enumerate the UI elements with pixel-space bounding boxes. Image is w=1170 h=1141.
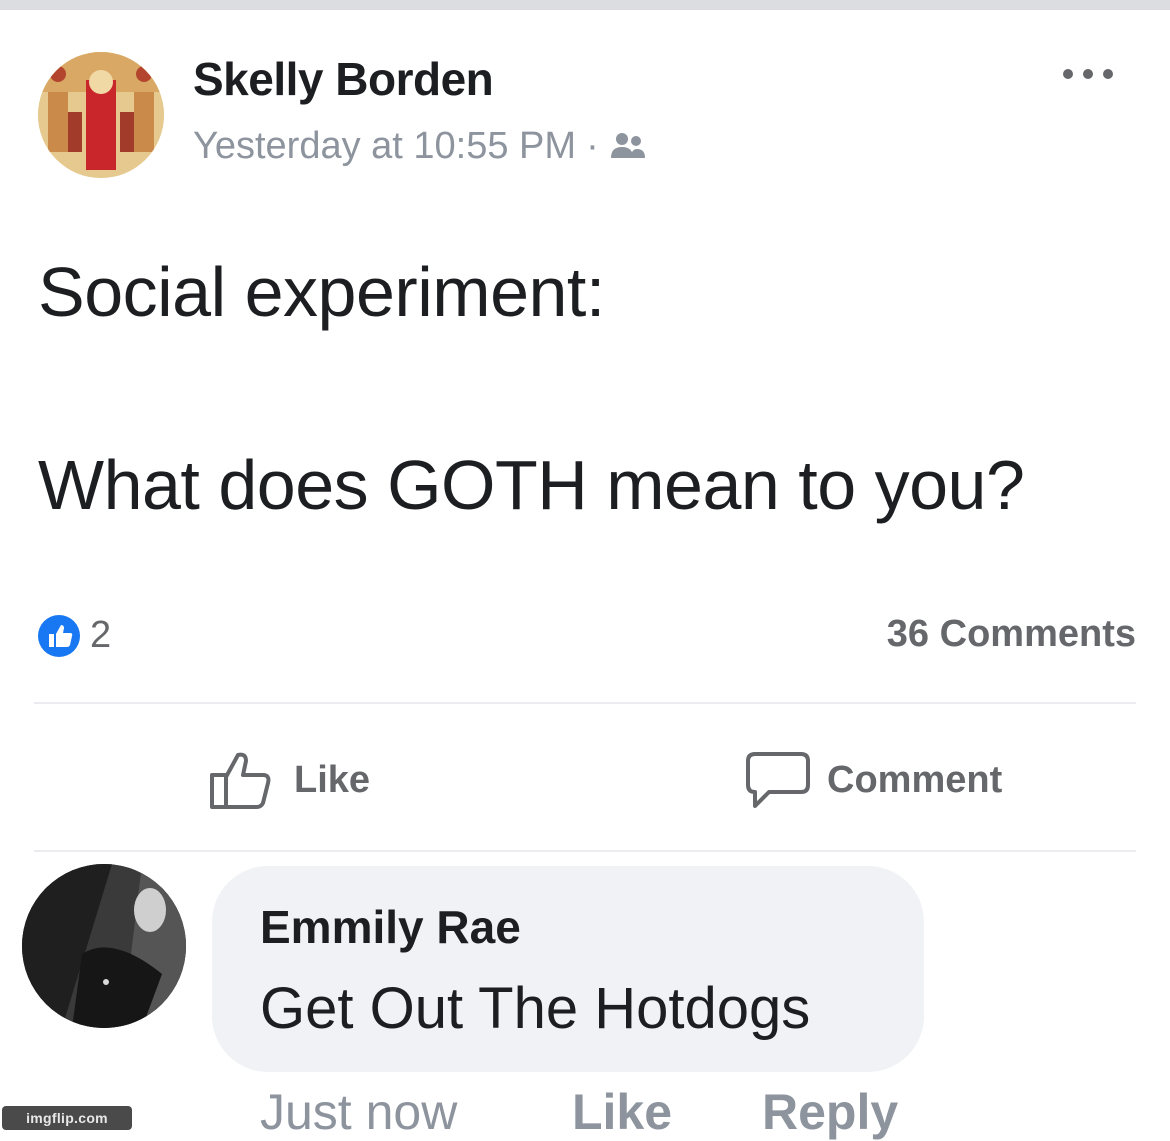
like-button-label: Like xyxy=(294,758,371,801)
post-text-line-1: Social experiment: xyxy=(38,253,605,331)
more-options-icon[interactable] xyxy=(1058,62,1118,86)
thumbs-up-icon xyxy=(210,752,271,809)
post-text-line-2: What does GOTH mean to you? xyxy=(38,446,1025,524)
comment-text: Get Out The Hotdogs xyxy=(260,976,811,1041)
friends-icon[interactable] xyxy=(609,130,647,164)
comment-reply-link[interactable]: Reply xyxy=(762,1083,898,1141)
comment-button-label: Comment xyxy=(827,758,1003,801)
meta-separator: · xyxy=(586,125,599,167)
commenter-name[interactable]: Emmily Rae xyxy=(260,900,521,954)
top-strip xyxy=(0,0,1170,10)
reactions-count[interactable]: 2 xyxy=(90,614,111,657)
comment-time[interactable]: Just now xyxy=(260,1083,457,1141)
like-reaction-icon[interactable] xyxy=(37,614,81,658)
divider xyxy=(34,850,1136,852)
comment-icon xyxy=(746,752,810,808)
author-avatar[interactable] xyxy=(38,52,164,178)
comment-like-link[interactable]: Like xyxy=(572,1083,672,1141)
post-timestamp[interactable]: Yesterday at 10:55 PM xyxy=(193,125,576,168)
commenter-avatar[interactable] xyxy=(22,864,186,1028)
like-button[interactable]: Like xyxy=(208,745,370,815)
comment-button[interactable]: Comment xyxy=(745,745,1002,815)
watermark: imgflip.com xyxy=(2,1106,132,1130)
divider xyxy=(34,702,1136,704)
post-meta: Yesterday at 10:55 PM · xyxy=(193,125,647,168)
comments-count[interactable]: 36 Comments xyxy=(887,613,1136,656)
author-name[interactable]: Skelly Borden xyxy=(193,52,494,106)
